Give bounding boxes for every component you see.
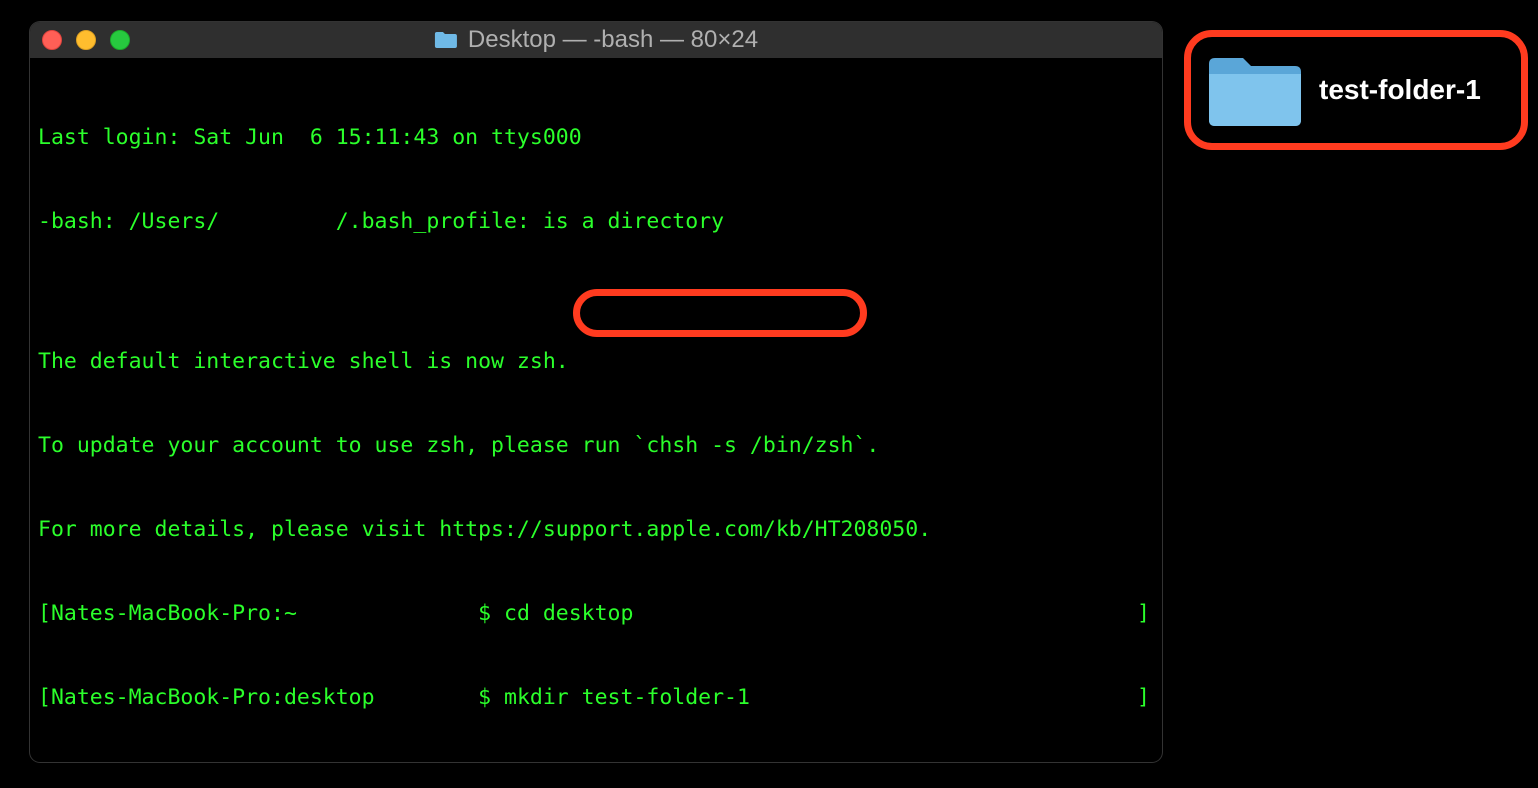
terminal-window: Desktop — -bash — 80×24 Last login: Sat … xyxy=(30,22,1162,762)
terminal-prompt-line: [Nates-MacBook-Pro:~ $ cd desktop] xyxy=(38,600,1154,628)
titlebar[interactable]: Desktop — -bash — 80×24 xyxy=(30,22,1162,58)
command-text: cd desktop xyxy=(504,601,633,626)
closing-bracket: ] xyxy=(1137,600,1150,628)
terminal-line: Last login: Sat Jun 6 15:11:43 on ttys00… xyxy=(38,124,1154,152)
window-title-group: Desktop — -bash — 80×24 xyxy=(434,26,758,54)
minimize-button[interactable] xyxy=(76,30,96,50)
prompt-prefix: [Nates-MacBook-Pro:~ $ xyxy=(38,601,504,626)
terminal-body[interactable]: Last login: Sat Jun 6 15:11:43 on ttys00… xyxy=(30,58,1162,762)
traffic-lights xyxy=(42,30,130,50)
terminal-line: -bash: /Users/ /.bash_profile: is a dire… xyxy=(38,208,1154,236)
window-title: Desktop — -bash — 80×24 xyxy=(468,26,758,54)
folder-callout: test-folder-1 xyxy=(1184,30,1528,150)
fullscreen-button[interactable] xyxy=(110,30,130,50)
close-button[interactable] xyxy=(42,30,62,50)
terminal-line: To update your account to use zsh, pleas… xyxy=(38,432,1154,460)
terminal-prompt-line: [Nates-MacBook-Pro:desktop $ mkdir test-… xyxy=(38,684,1154,712)
terminal-line: The default interactive shell is now zsh… xyxy=(38,348,1154,376)
closing-bracket: ] xyxy=(1137,684,1150,712)
folder-icon xyxy=(434,31,458,49)
terminal-line: For more details, please visit https://s… xyxy=(38,516,1154,544)
command-text: mkdir test-folder-1 xyxy=(504,685,750,710)
folder-icon[interactable] xyxy=(1205,50,1305,130)
prompt-prefix: [Nates-MacBook-Pro:desktop $ xyxy=(38,685,504,710)
folder-name-label: test-folder-1 xyxy=(1319,74,1481,106)
